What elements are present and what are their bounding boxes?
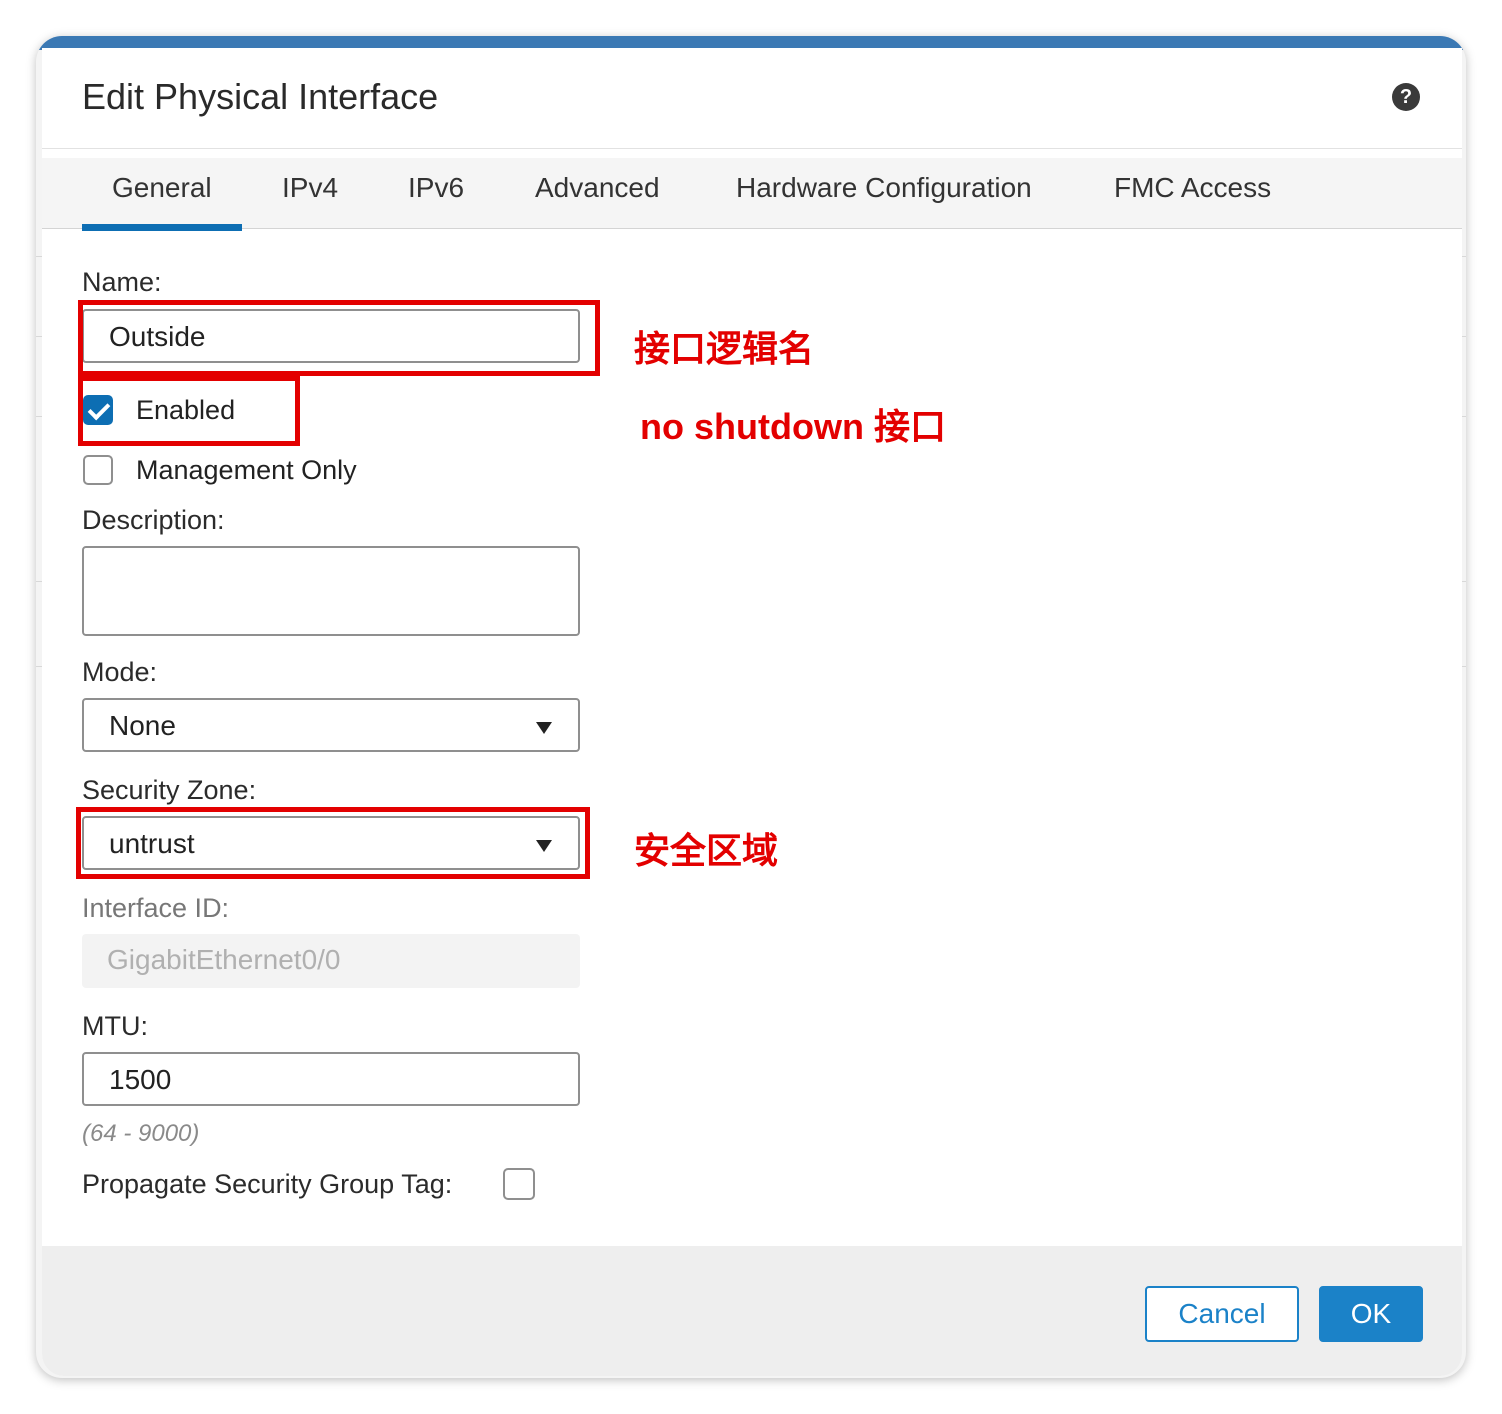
annotation-enabled: no shutdown 接口 (640, 406, 946, 447)
question-mark-icon[interactable]: ? (1392, 83, 1420, 111)
cancel-button[interactable]: Cancel (1145, 1286, 1299, 1342)
tab-bar: General IPv4 IPv6 Advanced Hardware Conf… (42, 158, 1462, 231)
description-textarea[interactable] (82, 546, 580, 636)
propagate-sgt-label: Propagate Security Group Tag: (82, 1169, 453, 1199)
management-only-checkbox[interactable] (83, 455, 113, 485)
mode-select-value: None (109, 710, 176, 741)
tab-advanced[interactable]: Advanced (535, 172, 660, 204)
tab-general[interactable]: General (82, 172, 242, 231)
annotation-zone: 安全区域 (634, 830, 779, 871)
propagate-sgt-checkbox[interactable] (503, 1168, 535, 1200)
mode-label: Mode: (82, 657, 158, 687)
dialog-footer: Cancel OK (42, 1246, 1462, 1376)
mtu-label: MTU: (82, 1011, 148, 1041)
mtu-input[interactable]: 1500 (82, 1052, 580, 1106)
name-label: Name: (82, 267, 162, 297)
tab-hardware-configuration[interactable]: Hardware Configuration (736, 172, 1032, 204)
tab-ipv4[interactable]: IPv4 (282, 172, 338, 204)
mode-select[interactable]: None (82, 698, 580, 752)
tab-ipv6[interactable]: IPv6 (408, 172, 464, 204)
mtu-input-value: 1500 (109, 1064, 172, 1095)
tab-fmc-access[interactable]: FMC Access (1114, 172, 1271, 204)
interface-id-label: Interface ID: (82, 893, 230, 923)
dialog-header: Edit Physical Interface ? (42, 48, 1462, 149)
edit-physical-interface-dialog: Edit Physical Interface ? General IPv4 I… (42, 48, 1462, 1376)
management-only-label: Management Only (136, 455, 357, 485)
mtu-range-hint: (64 - 9000) (82, 1120, 200, 1147)
dialog-title: Edit Physical Interface (82, 76, 439, 117)
interface-id-value: GigabitEthernet0/0 (107, 944, 341, 975)
annotation-name: 接口逻辑名 (634, 328, 815, 369)
security-zone-label: Security Zone: (82, 775, 257, 805)
annotation-box-name (78, 300, 600, 376)
description-label: Description: (82, 505, 225, 535)
ok-button[interactable]: OK (1319, 1286, 1423, 1342)
annotation-box-enabled (78, 376, 300, 446)
interface-id-field: GigabitEthernet0/0 (82, 934, 580, 988)
annotation-box-zone (76, 807, 590, 879)
caret-down-icon (536, 722, 552, 734)
